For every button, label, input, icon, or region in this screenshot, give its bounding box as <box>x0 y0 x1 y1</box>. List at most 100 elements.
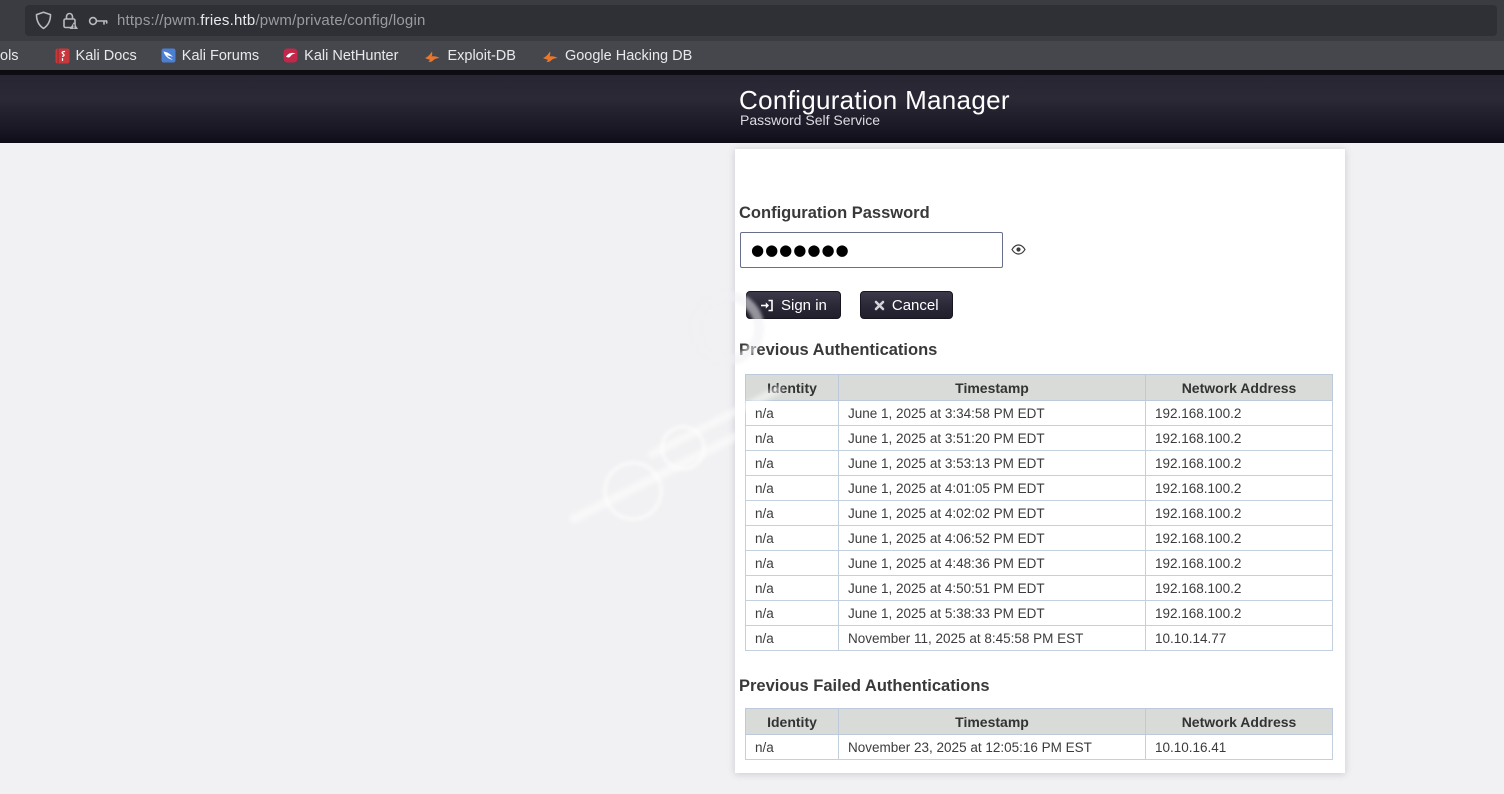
page-header: Configuration Manager Password Self Serv… <box>0 75 1504 143</box>
url-domain: fries.htb <box>200 12 255 29</box>
password-mask: ●●●●●●● <box>751 241 850 259</box>
bookmark-exploit-db[interactable]: Exploit-DB <box>424 48 516 64</box>
table-cell: n/a <box>746 501 839 526</box>
table-cell: 192.168.100.2 <box>1146 451 1333 476</box>
form-buttons: Sign in Cancel <box>746 291 953 319</box>
table-cell: 192.168.100.2 <box>1146 576 1333 601</box>
bookmark-kali-tools-truncated[interactable]: ols <box>0 48 19 64</box>
bookmark-label: Kali NetHunter <box>304 48 398 64</box>
table-cell: 192.168.100.2 <box>1146 551 1333 576</box>
table-cell: n/a <box>746 426 839 451</box>
table-header-row: Identity Timestamp Network Address <box>746 375 1333 401</box>
bookmark-label: Google Hacking DB <box>565 48 692 64</box>
table-cell: June 1, 2025 at 4:06:52 PM EDT <box>839 526 1146 551</box>
table-cell: 192.168.100.2 <box>1146 401 1333 426</box>
table-cell: 10.10.16.41 <box>1146 735 1333 760</box>
watermark <box>568 430 741 524</box>
col-timestamp: Timestamp <box>839 375 1146 401</box>
col-network-address: Network Address <box>1146 375 1333 401</box>
bookmark-label: ols <box>0 48 19 64</box>
table-cell: 192.168.100.2 <box>1146 476 1333 501</box>
table-row: n/aNovember 11, 2025 at 8:45:58 PM EST10… <box>746 626 1333 651</box>
table-row: n/aJune 1, 2025 at 4:06:52 PM EDT192.168… <box>746 526 1333 551</box>
table-cell: June 1, 2025 at 4:50:51 PM EDT <box>839 576 1146 601</box>
kali-nethunter-icon <box>283 48 298 63</box>
key-icon[interactable] <box>88 15 108 27</box>
table-cell: 10.10.14.77 <box>1146 626 1333 651</box>
previous-auth-heading: Previous Authentications <box>739 341 937 360</box>
failed-auth-heading: Previous Failed Authentications <box>739 677 990 696</box>
bookmark-kali-docs[interactable]: Kali Docs <box>55 48 137 64</box>
table-cell: n/a <box>746 626 839 651</box>
table-cell: June 1, 2025 at 3:51:20 PM EDT <box>839 426 1146 451</box>
table-cell: November 23, 2025 at 12:05:16 PM EST <box>839 735 1146 760</box>
table-row: n/aJune 1, 2025 at 3:51:20 PM EDT192.168… <box>746 426 1333 451</box>
table-cell: n/a <box>746 476 839 501</box>
kali-docs-icon <box>55 48 70 64</box>
table-row: n/aJune 1, 2025 at 5:38:33 PM EDT192.168… <box>746 601 1333 626</box>
table-row: n/aJune 1, 2025 at 3:53:13 PM EDT192.168… <box>746 451 1333 476</box>
table-cell: June 1, 2025 at 4:02:02 PM EDT <box>839 501 1146 526</box>
exploit-db-icon <box>424 49 441 63</box>
kali-forums-icon <box>161 48 176 63</box>
table-cell: n/a <box>746 526 839 551</box>
table-row: n/aJune 1, 2025 at 4:48:36 PM EDT192.168… <box>746 551 1333 576</box>
sign-in-icon <box>760 299 774 312</box>
table-row: n/aJune 1, 2025 at 4:01:05 PM EDT192.168… <box>746 476 1333 501</box>
table-cell: June 1, 2025 at 3:53:13 PM EDT <box>839 451 1146 476</box>
table-cell: n/a <box>746 576 839 601</box>
table-cell: June 1, 2025 at 4:48:36 PM EDT <box>839 551 1146 576</box>
table-cell: 192.168.100.2 <box>1146 426 1333 451</box>
shield-icon[interactable] <box>35 11 52 30</box>
cancel-x-icon <box>874 300 885 311</box>
col-timestamp: Timestamp <box>839 709 1146 735</box>
cancel-button[interactable]: Cancel <box>860 291 953 319</box>
table-header-row: Identity Timestamp Network Address <box>746 709 1333 735</box>
previous-auth-table: Identity Timestamp Network Address n/aJu… <box>745 374 1333 651</box>
table-row: n/aJune 1, 2025 at 4:50:51 PM EDT192.168… <box>746 576 1333 601</box>
show-password-eye-icon[interactable] <box>1011 244 1026 255</box>
table-row: n/aNovember 23, 2025 at 12:05:16 PM EST1… <box>746 735 1333 760</box>
page-body: Configuration Password ●●●●●●● Sign in <box>0 143 1504 794</box>
url-bar[interactable]: https://pwm.fries.htb/pwm/private/config… <box>25 5 1497 36</box>
page-subtitle: Password Self Service <box>740 112 880 128</box>
sign-in-button[interactable]: Sign in <box>746 291 841 319</box>
col-identity: Identity <box>746 375 839 401</box>
config-password-input[interactable]: ●●●●●●● <box>740 232 1003 268</box>
google-hacking-db-icon <box>542 49 559 63</box>
lock-warning-icon[interactable] <box>61 11 79 30</box>
sign-in-label: Sign in <box>781 297 827 314</box>
bookmark-label: Kali Forums <box>182 48 259 64</box>
url-text[interactable]: https://pwm.fries.htb/pwm/private/config… <box>117 12 426 29</box>
table-row: n/aJune 1, 2025 at 4:02:02 PM EDT192.168… <box>746 501 1333 526</box>
bookmark-kali-forums[interactable]: Kali Forums <box>161 48 259 64</box>
table-cell: November 11, 2025 at 8:45:58 PM EST <box>839 626 1146 651</box>
bookmark-kali-nethunter[interactable]: Kali NetHunter <box>283 48 398 64</box>
failed-auth-table: Identity Timestamp Network Address n/aNo… <box>745 708 1333 760</box>
table-row: n/aJune 1, 2025 at 3:34:58 PM EDT192.168… <box>746 401 1333 426</box>
cancel-label: Cancel <box>892 297 939 314</box>
table-cell: June 1, 2025 at 3:34:58 PM EDT <box>839 401 1146 426</box>
col-network-address: Network Address <box>1146 709 1333 735</box>
table-cell: 192.168.100.2 <box>1146 501 1333 526</box>
content-card: Configuration Password ●●●●●●● Sign in <box>735 149 1345 773</box>
table-cell: n/a <box>746 401 839 426</box>
table-cell: 192.168.100.2 <box>1146 601 1333 626</box>
watermark <box>592 450 674 532</box>
watermark <box>652 417 715 480</box>
col-identity: Identity <box>746 709 839 735</box>
table-cell: n/a <box>746 551 839 576</box>
bookmark-label: Exploit-DB <box>447 48 516 64</box>
table-cell: n/a <box>746 735 839 760</box>
bookmark-label: Kali Docs <box>76 48 137 64</box>
url-path: /pwm/private/config/login <box>255 12 425 29</box>
browser-toolbar: https://pwm.fries.htb/pwm/private/config… <box>0 0 1504 41</box>
config-password-heading: Configuration Password <box>739 204 930 223</box>
bookmark-google-hacking-db[interactable]: Google Hacking DB <box>542 48 692 64</box>
url-prefix: https://pwm. <box>117 12 200 29</box>
table-cell: June 1, 2025 at 5:38:33 PM EDT <box>839 601 1146 626</box>
table-cell: June 1, 2025 at 4:01:05 PM EDT <box>839 476 1146 501</box>
table-cell: n/a <box>746 451 839 476</box>
table-cell: 192.168.100.2 <box>1146 526 1333 551</box>
bookmarks-bar: ols Kali Docs Kali Forums Kali NetHunter… <box>0 41 1504 70</box>
